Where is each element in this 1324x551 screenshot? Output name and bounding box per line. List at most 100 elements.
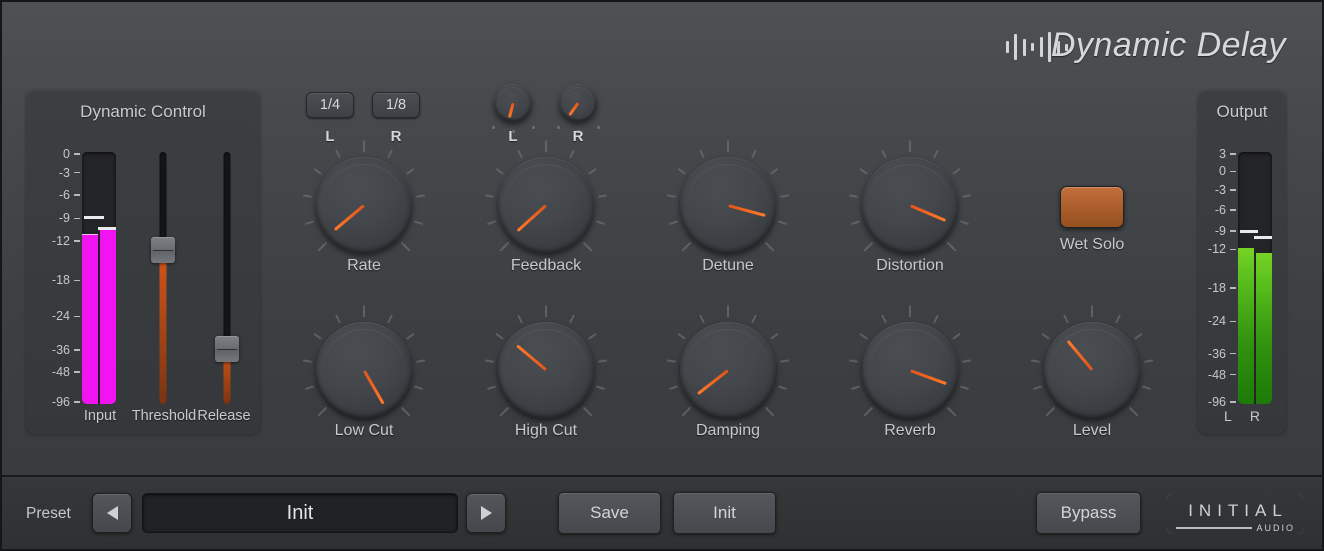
knob-low-cut-body[interactable] xyxy=(316,322,412,418)
scale-tick: 0 xyxy=(1200,164,1236,178)
scale-tick: -24 xyxy=(44,309,80,323)
scale-tick-label: -24 xyxy=(51,309,70,324)
knob-tick xyxy=(303,194,313,198)
scale-tick-label: -48 xyxy=(1207,367,1226,382)
small-knob-r[interactable] xyxy=(557,84,600,133)
logo-subtext: AUDIO xyxy=(1252,523,1295,533)
knob-detune[interactable]: Detune xyxy=(667,139,789,274)
knob-damping-body[interactable] xyxy=(680,322,776,418)
knob-damping[interactable]: Damping xyxy=(667,304,789,439)
knob-distortion[interactable]: Distortion xyxy=(849,139,971,274)
knob-tick xyxy=(569,149,575,159)
init-button[interactable]: Init xyxy=(673,492,776,534)
release-handle[interactable] xyxy=(215,335,239,362)
knob-tick xyxy=(959,385,969,390)
scale-tick-mark xyxy=(74,401,80,403)
bypass-button[interactable]: Bypass xyxy=(1036,492,1141,534)
knob-tick xyxy=(317,406,328,417)
knob-tick xyxy=(909,304,911,318)
save-button[interactable]: Save xyxy=(558,492,661,534)
knob-tick xyxy=(699,314,705,324)
small-knob-l[interactable] xyxy=(492,84,535,133)
knob-tick xyxy=(727,304,729,318)
knob-tick xyxy=(751,149,757,159)
knob-tick xyxy=(677,168,686,175)
note-value-button-l[interactable]: 1/4 xyxy=(306,92,354,118)
knob-distortion-body[interactable] xyxy=(862,157,958,253)
knob-tick xyxy=(946,406,957,417)
scale-tick: -48 xyxy=(44,365,80,379)
knob-high-cut-body[interactable] xyxy=(498,322,594,418)
knob-low-cut[interactable]: Low Cut xyxy=(303,304,425,439)
output-meter-left-fill xyxy=(1238,247,1254,404)
knob-tick xyxy=(952,168,961,175)
scale-tick-mark xyxy=(74,171,80,174)
wet-solo-button[interactable] xyxy=(1060,186,1124,228)
scale-tick-label: -3 xyxy=(1214,182,1226,197)
small-knob-l-body[interactable] xyxy=(494,84,532,122)
preset-display[interactable]: Init xyxy=(142,493,458,533)
knob-reverb-label: Reverb xyxy=(884,422,936,439)
small-knob-r-label: R xyxy=(572,128,584,145)
knob-tick xyxy=(517,149,523,159)
knob-tick xyxy=(400,241,411,252)
knob-feedback-body[interactable] xyxy=(498,157,594,253)
knob-tick xyxy=(1115,314,1121,324)
knob-tick xyxy=(727,139,729,153)
knob-tick xyxy=(588,333,597,340)
scale-tick-mark xyxy=(74,194,80,196)
scale-tick-mark xyxy=(1230,230,1236,232)
knob-level[interactable]: Level xyxy=(1031,304,1153,439)
knob-rate-body[interactable] xyxy=(316,157,412,253)
release-slider[interactable] xyxy=(215,152,239,404)
knob-high-cut-label: High Cut xyxy=(514,422,578,439)
scale-tick: -12 xyxy=(1200,242,1236,256)
knob-tick xyxy=(770,333,779,340)
threshold-slider[interactable] xyxy=(151,152,175,404)
scale-tick-mark xyxy=(1230,153,1236,155)
scale-tick: -36 xyxy=(1200,347,1236,361)
knob-tick xyxy=(1063,314,1069,324)
knob-high-cut[interactable]: High Cut xyxy=(485,304,607,439)
knob-tick xyxy=(849,359,859,363)
knob-detune-body[interactable] xyxy=(680,157,776,253)
knob-tick xyxy=(779,194,789,198)
output-right-label: R xyxy=(1249,408,1260,424)
knob-tick xyxy=(415,359,425,363)
knob-rate[interactable]: Rate xyxy=(303,139,425,274)
knob-tick xyxy=(959,220,969,225)
input-meter-left-fill xyxy=(82,235,98,404)
scale-tick-label: 0 xyxy=(63,147,70,161)
knob-tick xyxy=(933,314,939,324)
note-button-r-channel: R xyxy=(390,128,402,145)
threshold-handle[interactable] xyxy=(151,237,175,264)
knob-reverb[interactable]: Reverb xyxy=(849,304,971,439)
knob-tick xyxy=(779,359,789,363)
knob-tick xyxy=(881,314,887,324)
knob-tick xyxy=(335,149,341,159)
input-meter-right-fill xyxy=(100,227,116,404)
scale-tick-label: -3 xyxy=(58,165,70,180)
scale-tick-label: -24 xyxy=(1207,314,1226,329)
note-value-button-r[interactable]: 1/8 xyxy=(372,92,420,118)
knob-tick xyxy=(859,168,868,175)
knob-tick xyxy=(667,194,677,198)
knob-tick xyxy=(499,241,510,252)
preset-label: Preset xyxy=(26,505,71,522)
page-title: Dynamic Delay xyxy=(1050,26,1286,64)
scale-tick-mark xyxy=(1230,401,1236,403)
knob-level-body[interactable] xyxy=(1044,322,1140,418)
preset-prev-button[interactable] xyxy=(92,493,132,533)
knob-tick xyxy=(1091,304,1093,318)
threshold-fill xyxy=(159,250,167,404)
knob-feedback[interactable]: Feedback xyxy=(485,139,607,274)
knob-reverb-body[interactable] xyxy=(862,322,958,418)
scale-tick: -18 xyxy=(44,273,80,287)
knob-tick xyxy=(851,385,861,390)
knob-tick xyxy=(849,194,859,198)
scale-tick-label: -6 xyxy=(1214,202,1226,217)
preset-next-button[interactable] xyxy=(466,493,506,533)
knob-tick xyxy=(1045,406,1056,417)
small-knob-r-body[interactable] xyxy=(559,84,597,122)
triangle-right-icon xyxy=(480,506,492,520)
